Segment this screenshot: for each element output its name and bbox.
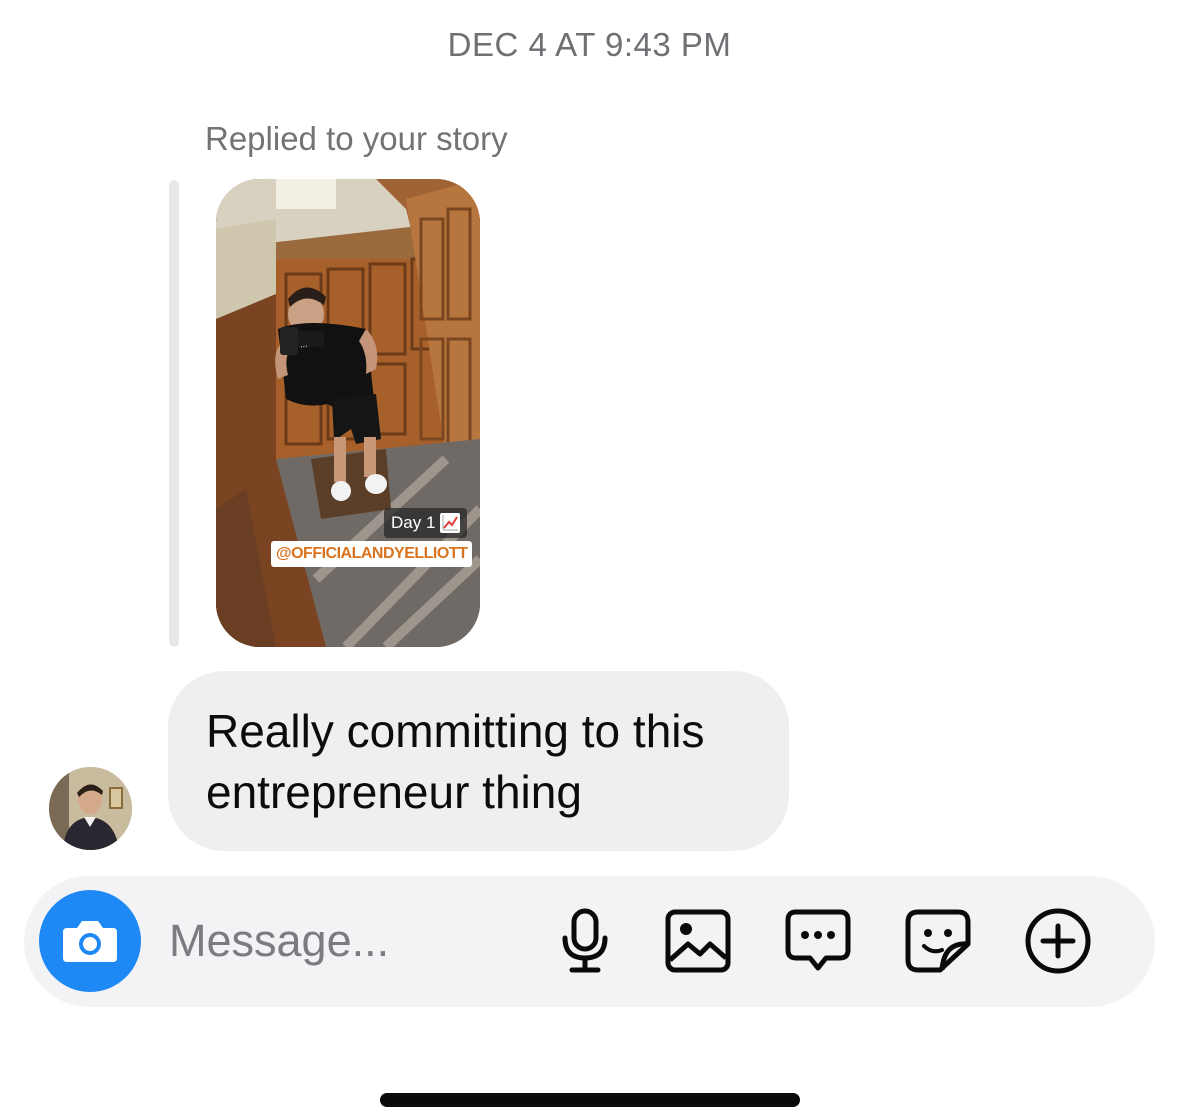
message-bubble[interactable]: Really committing to this entrepreneur t…	[168, 671, 789, 851]
story-mention-sticker[interactable]: @OFFICIALANDYELLIOTT	[271, 541, 473, 567]
chat-bubble-icon	[785, 909, 851, 971]
more-actions-button[interactable]	[1022, 905, 1094, 977]
chat-options-button[interactable]	[782, 905, 854, 977]
avatar-photo	[49, 767, 132, 850]
reply-quote-bar	[169, 180, 179, 647]
plus-circle-icon	[1025, 908, 1091, 974]
story-reply-label: Replied to your story	[205, 120, 508, 157]
camera-icon	[63, 921, 117, 962]
dm-thread-screen: DEC 4 AT 9:43 PM Replied to your story .…	[0, 0, 1179, 1108]
story-day-sticker: Day 1	[384, 508, 468, 538]
sticker-icon	[905, 909, 971, 973]
camera-button[interactable]	[39, 890, 141, 992]
sender-avatar[interactable]	[49, 767, 132, 850]
story-photo: ...	[216, 179, 480, 647]
message-composer	[24, 876, 1155, 1007]
chart-increasing-icon	[440, 513, 461, 533]
message-input[interactable]	[169, 908, 539, 974]
sticker-button[interactable]	[902, 905, 974, 977]
story-day-text: Day 1	[391, 513, 436, 532]
message-timestamp: DEC 4 AT 9:43 PM	[447, 26, 732, 63]
home-indicator[interactable]	[380, 1093, 800, 1107]
microphone-icon	[562, 908, 608, 973]
story-thumbnail[interactable]: ... Day 1 @OFFICIALANDYELLIOTT	[216, 179, 480, 647]
voice-message-button[interactable]	[549, 905, 621, 977]
gallery-button[interactable]	[662, 905, 734, 977]
gallery-icon	[665, 909, 731, 973]
